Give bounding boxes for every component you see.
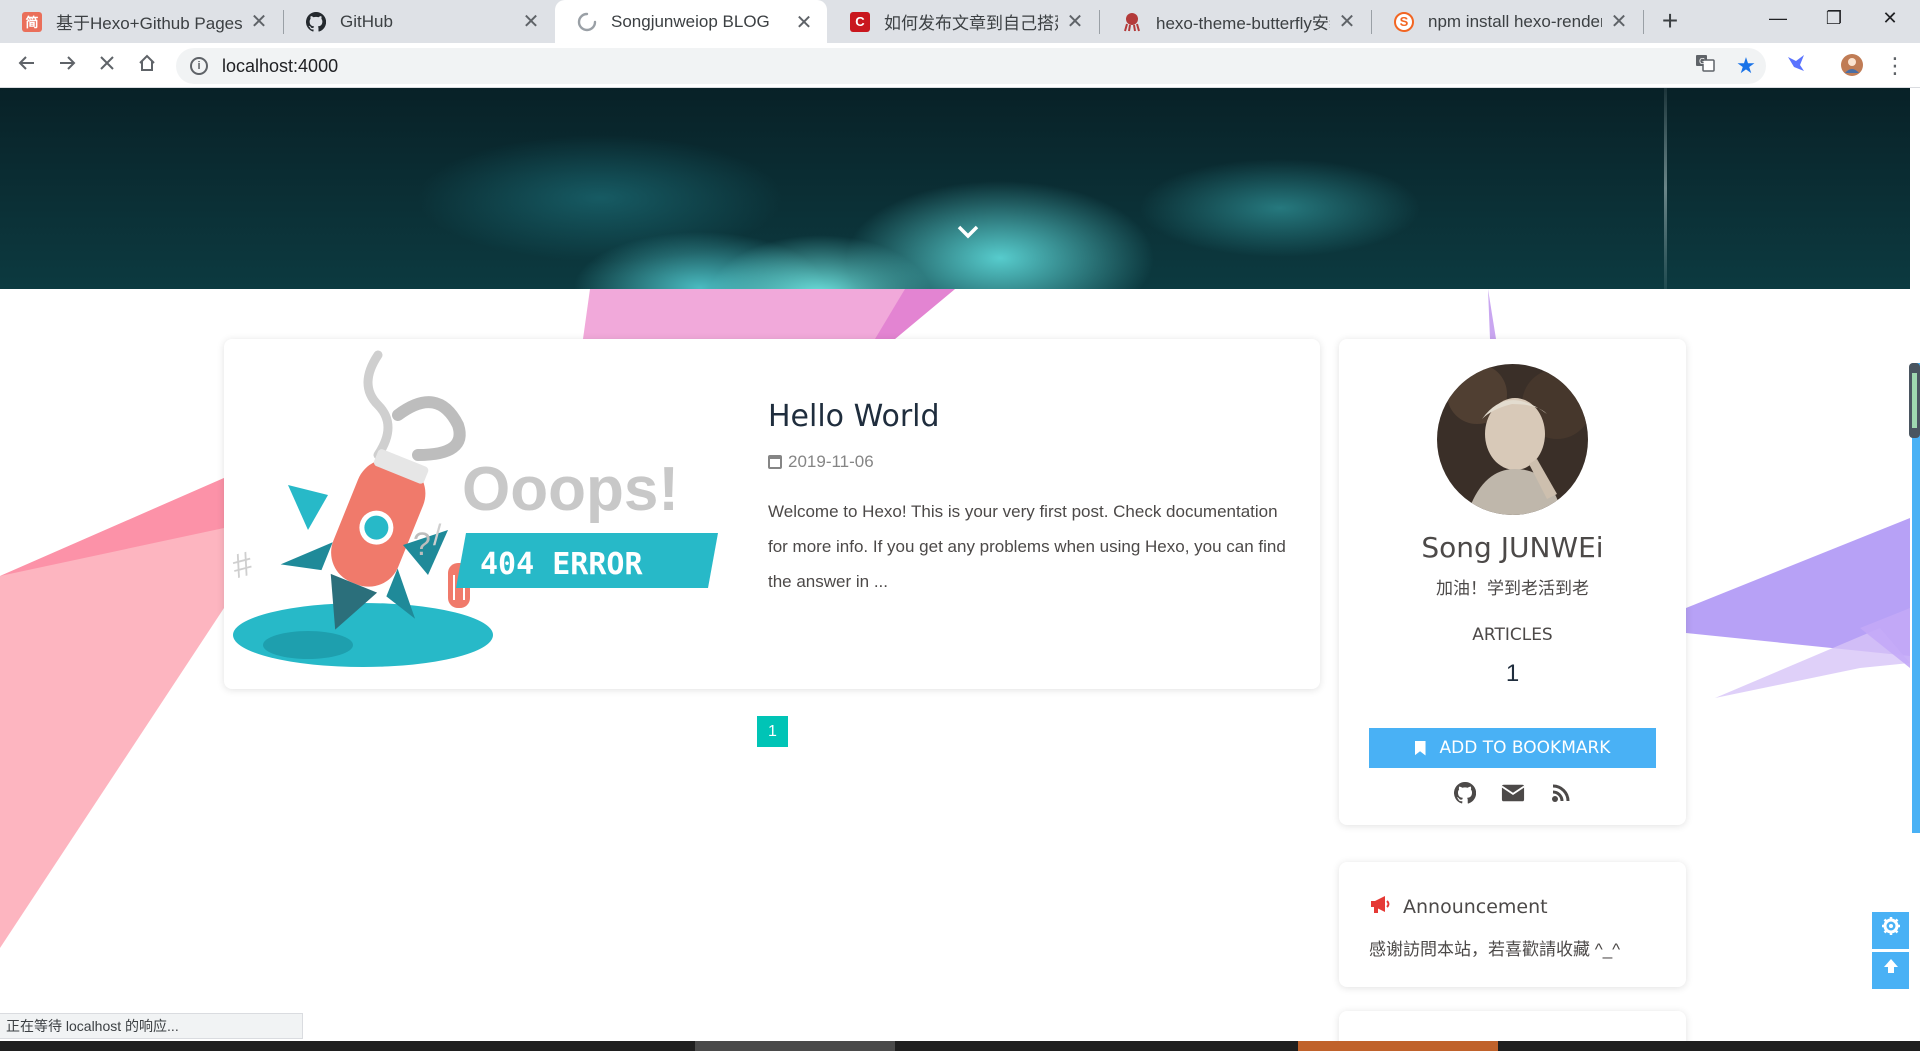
post-info: Hello World 2019-11-06 Welcome to Hexo! … xyxy=(768,399,1288,599)
cover-heading-text: Ooops! xyxy=(462,455,679,524)
address-bar[interactable]: i localhost:4000 xyxy=(176,48,1766,84)
tab-title: 如何发布文章到自己搭建的h xyxy=(884,14,1058,33)
svg-text:/: / xyxy=(433,519,442,552)
tab-close-icon[interactable]: ✕ xyxy=(1608,9,1630,34)
rss-icon[interactable] xyxy=(1549,781,1573,805)
post-cover-image[interactable]: # ? / Ooops! 404 ERROR xyxy=(228,345,724,683)
bookmark-star-icon[interactable]: ★ xyxy=(1733,53,1759,79)
segmentfault-favicon-icon: S xyxy=(1394,11,1414,32)
tab-close-icon[interactable]: ✕ xyxy=(793,10,815,35)
tab-csdn-article[interactable]: C 如何发布文章到自己搭建的h ✕ xyxy=(828,0,1098,43)
author-name: Song JUNWEi xyxy=(1421,531,1604,564)
browser-toolbar: i localhost:4000 G ★ ⋮ xyxy=(0,43,1920,88)
site-info-icon[interactable]: i xyxy=(190,57,208,75)
new-tab-button[interactable]: + xyxy=(1654,6,1686,38)
post-card: # ? / Ooops! 404 ERROR Hello World 2019-… xyxy=(224,339,1320,689)
next-sidebar-card xyxy=(1339,1011,1686,1041)
close-window-button[interactable]: ✕ xyxy=(1862,0,1918,38)
scroll-progress-bar[interactable] xyxy=(1906,363,1920,833)
url-text: localhost:4000 xyxy=(222,55,339,76)
profile-avatar[interactable] xyxy=(1839,53,1865,79)
extension-icon[interactable] xyxy=(1783,53,1809,79)
loading-spinner-icon xyxy=(577,12,597,32)
announcement-card: Announcement 感谢訪問本站，若喜歡請收藏 ^_^ xyxy=(1339,862,1686,987)
svg-text:#: # xyxy=(228,545,256,587)
cover-badge-text: 404 ERROR xyxy=(480,547,643,582)
blog-page: # ? / Ooops! 404 ERROR Hello World 2019-… xyxy=(0,88,1920,1041)
calendar-icon xyxy=(768,455,782,469)
add-to-bookmark-button[interactable]: ADD TO BOOKMARK xyxy=(1369,728,1656,768)
os-taskbar xyxy=(0,1041,1920,1051)
minimize-button[interactable]: — xyxy=(1750,0,1806,38)
svg-text:?: ? xyxy=(413,526,431,562)
post-date: 2019-11-06 xyxy=(768,452,1288,472)
announcement-header: Announcement xyxy=(1369,894,1548,919)
bookmark-icon xyxy=(1414,740,1426,756)
author-avatar[interactable] xyxy=(1437,364,1588,515)
post-date-text: 2019-11-06 xyxy=(788,452,874,471)
menu-kebab-icon[interactable]: ⋮ xyxy=(1882,53,1908,79)
restore-button[interactable]: ❐ xyxy=(1806,0,1862,38)
back-button[interactable] xyxy=(11,51,43,81)
browser-status-text: 正在等待 localhost 的响应... xyxy=(0,1013,303,1039)
csdn-favicon-icon: C xyxy=(850,11,870,32)
pagination-current-page[interactable]: 1 xyxy=(757,716,788,747)
bookmark-label: ADD TO BOOKMARK xyxy=(1439,738,1611,758)
tab-songjunweiop-blog[interactable]: Songjunweiop BLOG ✕ xyxy=(555,0,827,44)
announcement-text: 感谢訪問本站，若喜歡請收藏 ^_^ xyxy=(1369,940,1621,959)
octocat-favicon-icon xyxy=(1122,12,1142,32)
tab-close-icon[interactable]: ✕ xyxy=(248,9,270,34)
post-excerpt: Welcome to Hexo! This is your very first… xyxy=(768,502,1286,591)
author-info-card: Song JUNWEi 加油！学到老活到老 ARTICLES 1 ADD TO … xyxy=(1339,339,1686,825)
home-button[interactable] xyxy=(131,51,163,81)
jianshu-favicon-icon: 简 xyxy=(22,11,42,32)
social-links xyxy=(1339,781,1686,805)
github-favicon-icon xyxy=(306,11,326,32)
browser-tab-strip: 简 基于Hexo+Github Pages的 ✕ GitHub ✕ Songju… xyxy=(0,0,1920,44)
stop-loading-button[interactable] xyxy=(91,51,123,81)
tab-title: npm install hexo-renderer xyxy=(1428,11,1602,31)
tab-title: GitHub xyxy=(340,11,393,31)
post-title-link[interactable]: Hello World xyxy=(768,399,1288,434)
articles-count[interactable]: 1 xyxy=(1339,660,1686,688)
tab-close-icon[interactable]: ✕ xyxy=(1064,9,1086,34)
envelope-icon[interactable] xyxy=(1500,781,1525,805)
tab-jianshu[interactable]: 简 基于Hexo+Github Pages的 ✕ xyxy=(0,0,282,43)
bullhorn-icon xyxy=(1369,894,1391,919)
tab-close-icon[interactable]: ✕ xyxy=(1336,9,1358,34)
author-description: 加油！学到老活到老 xyxy=(1436,579,1589,598)
tab-title: Songjunweiop BLOG xyxy=(611,12,770,31)
scroll-down-chevron-icon[interactable] xyxy=(953,220,983,250)
github-icon[interactable] xyxy=(1453,781,1477,805)
back-to-top-button[interactable] xyxy=(1872,952,1909,989)
announcement-title: Announcement xyxy=(1403,895,1548,918)
forward-button[interactable] xyxy=(51,51,83,81)
articles-label[interactable]: ARTICLES xyxy=(1339,625,1686,645)
tab-github[interactable]: GitHub ✕ xyxy=(284,0,554,43)
tab-title: 基于Hexo+Github Pages的 xyxy=(56,14,242,33)
tab-close-icon[interactable]: ✕ xyxy=(520,9,542,34)
tab-title: hexo-theme-butterfly安装 xyxy=(1156,14,1330,33)
tab-npm-hexo-renderer[interactable]: S npm install hexo-renderer ✕ xyxy=(1372,0,1642,43)
tab-butterfly-install[interactable]: hexo-theme-butterfly安装 ✕ xyxy=(1100,0,1370,43)
settings-gear-button[interactable] xyxy=(1872,912,1909,949)
hero-banner xyxy=(0,88,1910,289)
translate-icon[interactable]: G xyxy=(1692,53,1718,79)
svg-text:G: G xyxy=(1699,57,1705,66)
